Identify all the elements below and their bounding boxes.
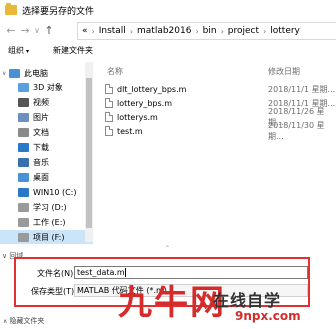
- sidebar-item-drive-d[interactable]: 学习 (D:): [0, 200, 93, 214]
- sidebar-item-label: WIN10 (C:): [33, 187, 77, 197]
- sidebar-item-downloads[interactable]: 下载: [0, 140, 93, 154]
- file-date: 2018/11/30 星期...: [268, 121, 325, 141]
- video-icon: [18, 97, 29, 107]
- sidebar-item-label: 视频: [33, 97, 49, 107]
- file-name: test.m: [117, 126, 143, 136]
- back-button[interactable]: ←: [4, 20, 18, 42]
- watermark-url: 9npx.com: [235, 309, 301, 323]
- drive-icon: [18, 202, 29, 212]
- sidebar-item-label: 工作 (E:): [33, 217, 66, 227]
- up-button[interactable]: ↑: [42, 20, 56, 42]
- drive-icon: [18, 232, 29, 242]
- folder-icon: [5, 3, 17, 15]
- sidebar-item-3d-objects[interactable]: 3D 对象: [0, 80, 93, 94]
- file-name: lotterys.m: [117, 112, 158, 122]
- file-icon: [105, 126, 113, 136]
- window-title: 选择要另存的文件: [22, 6, 95, 17]
- title-bar: 选择要另存的文件: [0, 0, 336, 20]
- sidebar-item-pictures[interactable]: 图片: [0, 110, 93, 124]
- hide-folders-toggle[interactable]: ∧ 隐藏文件夹: [3, 316, 44, 326]
- file-icon: [105, 84, 113, 94]
- breadcrumb-separator: ›: [220, 26, 224, 36]
- column-header-name[interactable]: 名称: [107, 66, 123, 77]
- picture-icon: [18, 112, 29, 122]
- organize-menu[interactable]: 组织 ▾: [8, 45, 29, 56]
- watermark: 九牛网 在线自学 9npx.com: [118, 283, 336, 329]
- expand-icon[interactable]: ∨: [2, 70, 6, 77]
- file-list: 名称 修改日期 dlt_lottery_bps.m 2018/11/1 星期..…: [97, 60, 336, 245]
- column-header-date[interactable]: 修改日期: [268, 66, 300, 77]
- sidebar-item-label: 桌面: [33, 172, 49, 182]
- sidebar-item-desktop[interactable]: 桌面: [0, 170, 93, 184]
- filetype-label: 保存类型(T):: [31, 287, 77, 296]
- breadcrumb-project[interactable]: project: [228, 26, 259, 36]
- music-icon: [18, 157, 29, 167]
- new-folder-button[interactable]: 新建文件夹: [53, 45, 93, 56]
- sidebar-item-drive-c[interactable]: WIN10 (C:): [0, 185, 93, 199]
- text-cursor: [124, 268, 126, 277]
- cube-icon: [18, 82, 29, 92]
- filename-input[interactable]: test_data.m: [74, 266, 308, 279]
- sidebar-item-drive-e[interactable]: 工作 (E:): [0, 215, 93, 229]
- navigation-pane: ∨ 此电脑 3D 对象 视频 图片 文档 下载 音乐 桌面 WIN10 (C:)…: [0, 62, 93, 244]
- command-bar: 组织 ▾ 新建文件夹: [0, 42, 336, 58]
- scrollbar-thumb[interactable]: [86, 78, 92, 228]
- breadcrumb-separator: ›: [91, 26, 95, 36]
- sidebar-item-label: 3D 对象: [33, 82, 63, 92]
- breadcrumb-matlab2016[interactable]: matlab2016: [137, 26, 191, 36]
- sidebar-item-label: 文档: [33, 127, 49, 137]
- document-icon: [18, 127, 29, 137]
- chevron-up-icon: ∧: [3, 318, 8, 325]
- sidebar-item-drive-f[interactable]: 项目 (F:): [0, 230, 93, 244]
- breadcrumb-install[interactable]: Install: [99, 26, 126, 36]
- breadcrumb-separator: ›: [263, 26, 267, 36]
- file-row[interactable]: test.m 2018/11/30 星期...: [105, 121, 336, 141]
- file-row[interactable]: dlt_lottery_bps.m 2018/11/1 星期...: [105, 82, 336, 96]
- sidebar-item-label: 此电脑: [24, 68, 48, 78]
- sidebar-item-documents[interactable]: 文档: [0, 125, 93, 139]
- sidebar-item-label: 学习 (D:): [33, 202, 67, 212]
- forward-button[interactable]: →: [18, 20, 32, 42]
- sidebar-item-label: 图片: [33, 112, 49, 122]
- watermark-slogan: 在线自学: [213, 291, 282, 310]
- sidebar-item-videos[interactable]: 视频: [0, 95, 93, 109]
- path-overflow-icon[interactable]: «: [82, 26, 88, 36]
- breadcrumb-lottery[interactable]: lottery: [270, 26, 300, 36]
- file-icon: [105, 98, 113, 108]
- sidebar-item-label: 项目 (F:): [33, 232, 65, 242]
- filename-value: test_data.m: [77, 268, 125, 277]
- navigation-bar: ← → ∨ ↑ « › Install › matlab2016 › bin ›…: [0, 20, 336, 42]
- chevron-down-icon: ▾: [26, 47, 30, 55]
- download-icon: [18, 142, 29, 152]
- file-icon: [105, 112, 113, 122]
- sidebar-item-music[interactable]: 音乐: [0, 155, 93, 169]
- sidebar-item-this-pc[interactable]: ∨ 此电脑: [0, 66, 93, 80]
- filename-label: 文件名(N):: [37, 269, 76, 278]
- breadcrumb-separator: ›: [129, 26, 134, 36]
- desktop-icon: [18, 172, 29, 182]
- watermark-logo: 九牛网: [118, 283, 226, 323]
- drive-icon: [18, 217, 29, 227]
- hide-folders-label: 隐藏文件夹: [9, 317, 45, 325]
- organize-label: 组织: [8, 45, 24, 55]
- recent-locations-dropdown[interactable]: ∨: [32, 20, 42, 42]
- sidebar-scrollbar[interactable]: [85, 62, 93, 242]
- sidebar-item-label: 音乐: [33, 157, 49, 167]
- file-date: 2018/11/1 星期...: [268, 84, 336, 94]
- file-name: dlt_lottery_bps.m: [117, 84, 187, 94]
- sidebar-item-label: 下载: [33, 142, 49, 152]
- breadcrumb-separator: ›: [195, 26, 199, 36]
- computer-icon: [9, 68, 20, 78]
- address-bar[interactable]: « › Install › matlab2016 › bin › project…: [77, 22, 336, 40]
- drive-icon: [18, 187, 29, 197]
- file-name: lottery_bps.m: [117, 98, 172, 108]
- breadcrumb-bin[interactable]: bin: [203, 26, 217, 36]
